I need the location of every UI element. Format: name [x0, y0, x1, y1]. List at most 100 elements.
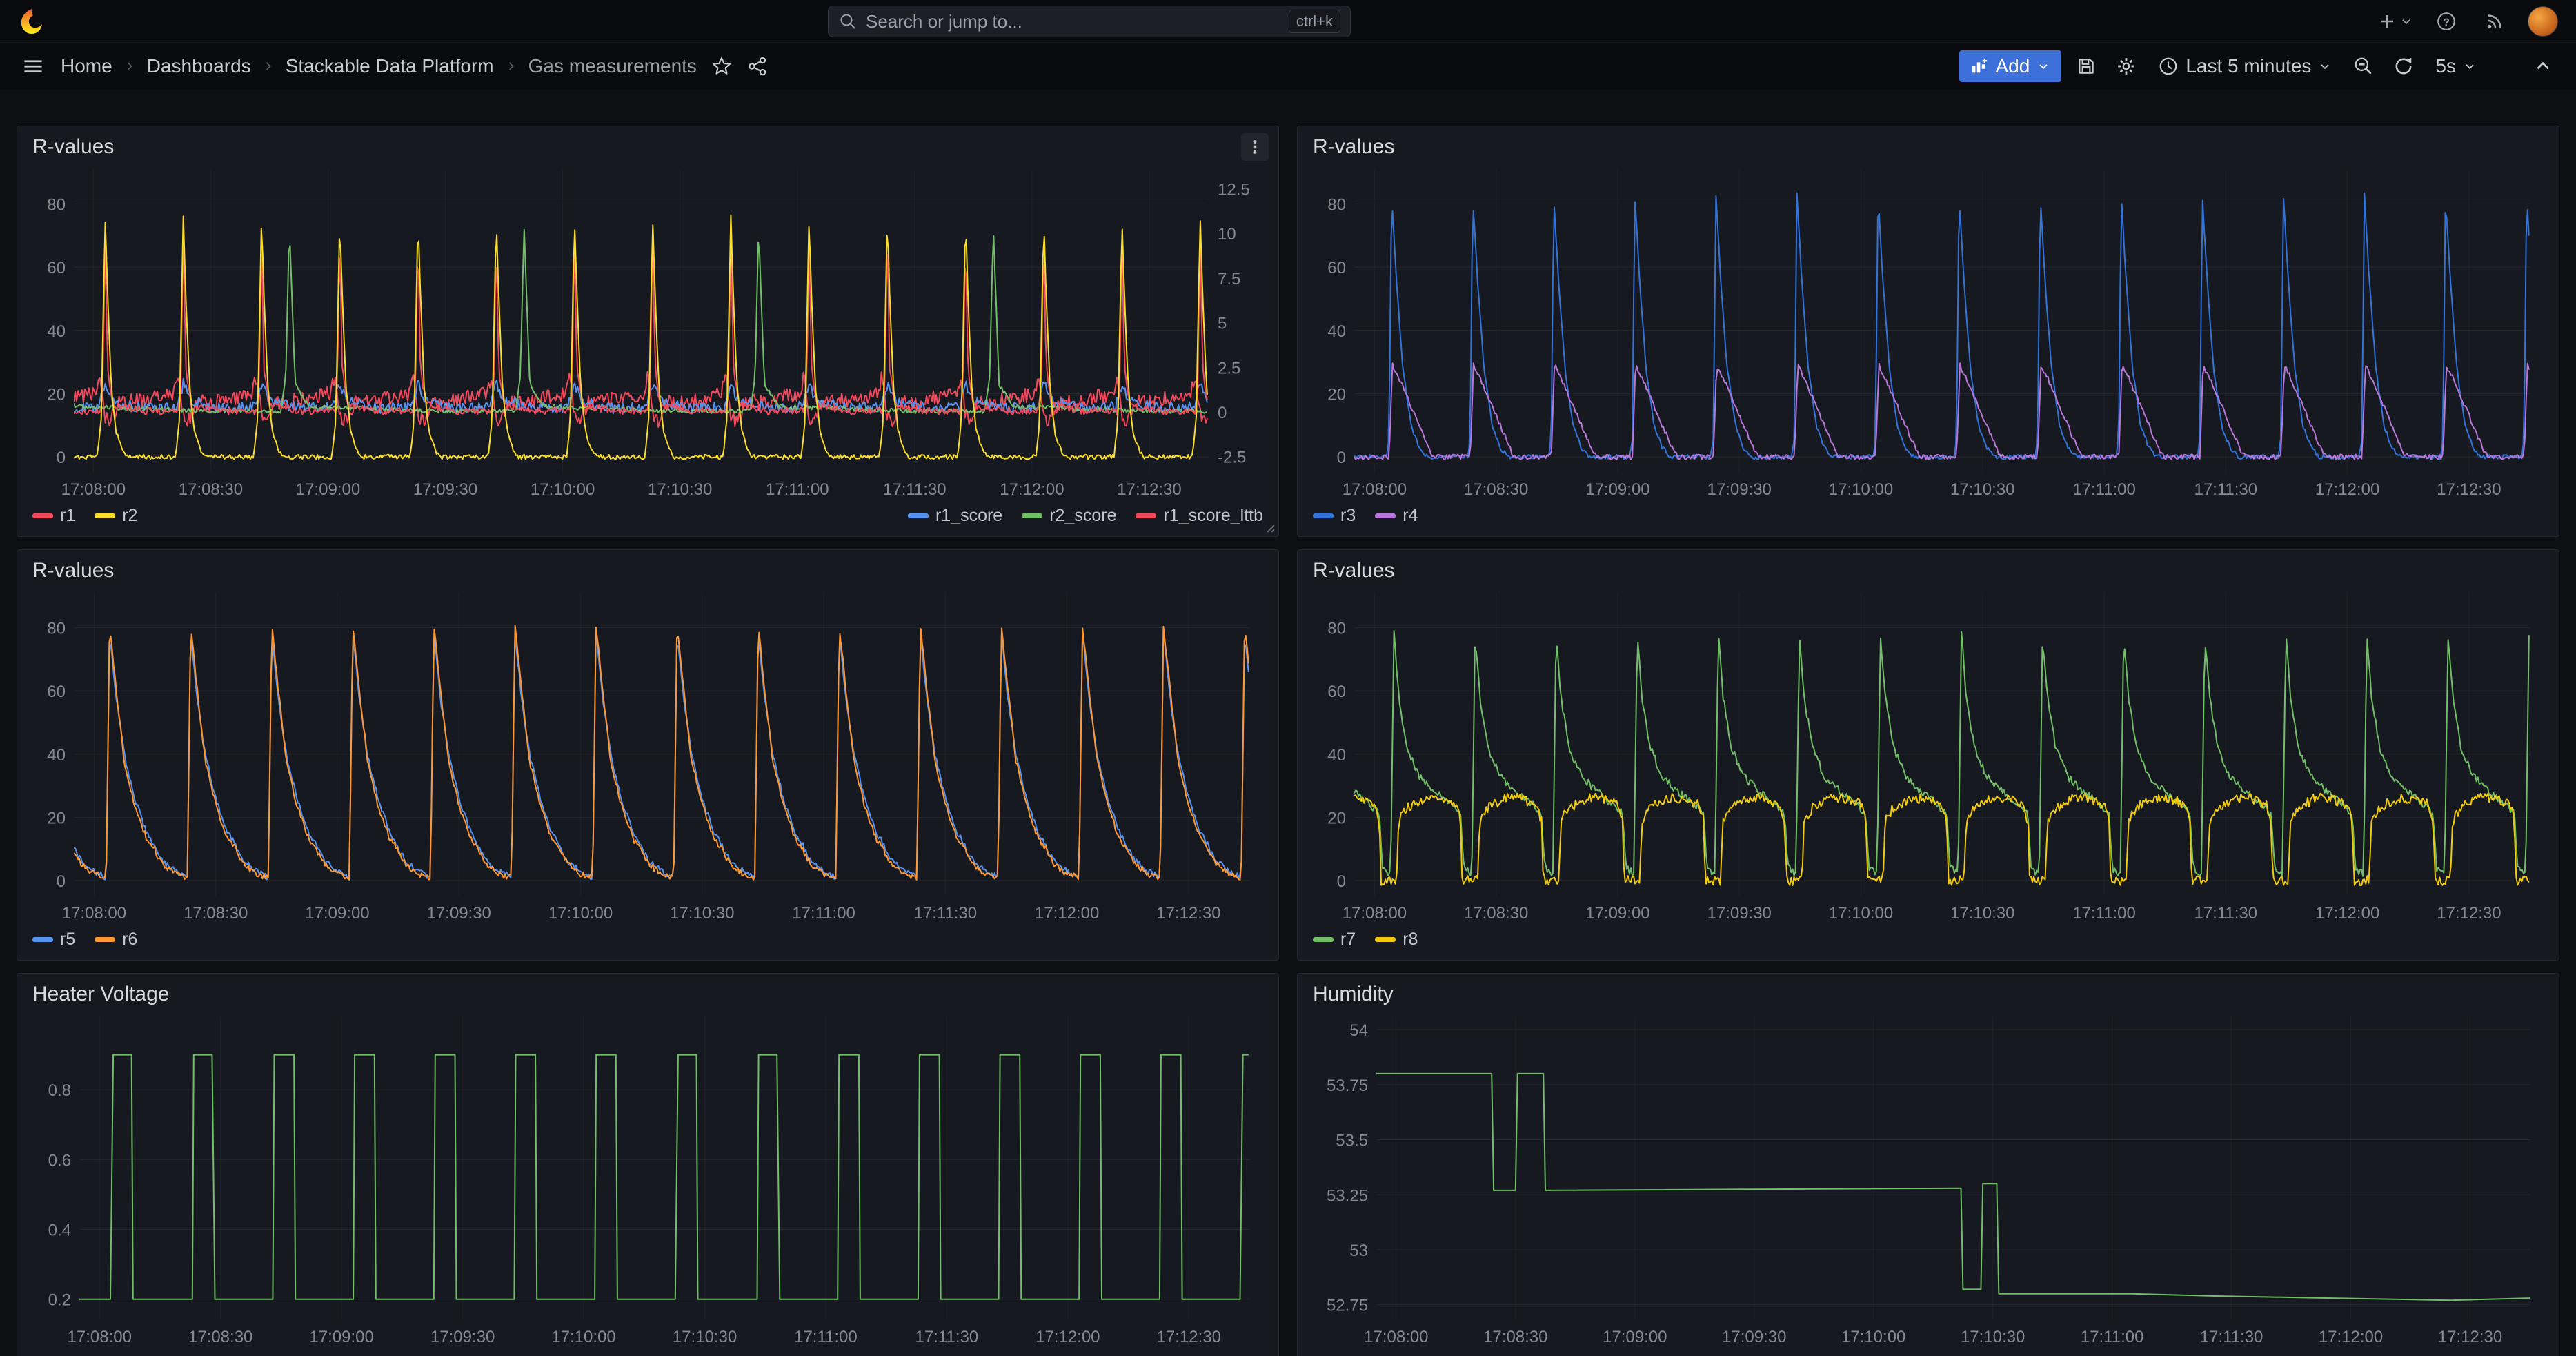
panel-title: R-values	[30, 559, 114, 582]
mega-menu-button[interactable]	[18, 51, 48, 81]
timeseries-chart[interactable]: 02040608017:08:0017:08:3017:09:0017:09:3…	[1310, 584, 2546, 924]
svg-text:17:12:00: 17:12:00	[2315, 480, 2379, 499]
breadcrumb-home[interactable]: Home	[61, 55, 112, 77]
legend-swatch	[1375, 937, 1396, 942]
legend-item-r5[interactable]: r5	[32, 930, 75, 950]
panel-r-values-1: R-values 02040608017:08:0017:08:3017:09:…	[17, 126, 1279, 537]
svg-text:17:12:30: 17:12:30	[1156, 904, 1220, 923]
series-heatervoltage[interactable]	[79, 1055, 1249, 1299]
svg-text:17:08:00: 17:08:00	[1343, 904, 1407, 923]
user-avatar[interactable]	[2528, 6, 2558, 37]
svg-text:17:12:30: 17:12:30	[2437, 904, 2501, 923]
time-range-label: Last 5 minutes	[2186, 55, 2311, 77]
share-button[interactable]	[742, 51, 773, 81]
series-r6[interactable]	[74, 625, 1249, 880]
search-placeholder: Search or jump to...	[866, 11, 1280, 32]
svg-text:0.6: 0.6	[48, 1151, 71, 1170]
zoom-out-time-button[interactable]	[2348, 51, 2379, 81]
svg-text:17:10:30: 17:10:30	[1950, 480, 2014, 499]
svg-text:17:12:30: 17:12:30	[2438, 1328, 2502, 1346]
legend-item-r2[interactable]: r2	[95, 506, 137, 526]
timeseries-chart[interactable]: 02040608017:08:0017:08:3017:09:0017:09:3…	[30, 584, 1266, 924]
legend-item-r1_score_lttb[interactable]: r1_score_lttb	[1136, 506, 1263, 526]
legend-label: humidity	[1340, 1353, 1405, 1356]
legend-label: r2_score	[1049, 506, 1116, 526]
svg-text:2.5: 2.5	[1218, 359, 1240, 377]
timeseries-chart[interactable]: 0.20.40.60.817:08:0017:08:3017:09:0017:0…	[30, 1008, 1266, 1348]
series-humidity[interactable]	[1376, 1074, 2530, 1300]
legend-label: r8	[1403, 930, 1418, 950]
svg-text:17:10:30: 17:10:30	[673, 1328, 737, 1346]
legend-item-heatervoltage[interactable]: heatervoltage	[32, 1353, 165, 1356]
breadcrumb-dashboards[interactable]: Dashboards	[147, 55, 251, 77]
breadcrumb-folder[interactable]: Stackable Data Platform	[286, 55, 494, 77]
rss-icon	[2484, 11, 2505, 32]
svg-text:40: 40	[1327, 746, 1346, 765]
search-input[interactable]: Search or jump to... ctrl+k	[828, 6, 1351, 37]
svg-text:17:09:00: 17:09:00	[305, 904, 369, 923]
legend-item-r1_score[interactable]: r1_score	[908, 506, 1002, 526]
svg-text:17:10:30: 17:10:30	[1961, 1328, 2025, 1346]
svg-text:80: 80	[47, 195, 66, 214]
svg-text:17:09:30: 17:09:30	[1707, 480, 1771, 499]
legend-item-r3[interactable]: r3	[1313, 506, 1356, 526]
svg-text:17:11:00: 17:11:00	[766, 480, 829, 499]
panel-heater-voltage: Heater Voltage 0.20.40.60.817:08:0017:08…	[17, 973, 1279, 1356]
hamburger-icon	[22, 55, 44, 77]
svg-text:17:08:00: 17:08:00	[1364, 1328, 1428, 1346]
legend-item-r1[interactable]: r1	[32, 506, 75, 526]
share-icon	[747, 56, 768, 77]
legend-item-r7[interactable]: r7	[1313, 930, 1356, 950]
grafana-logo[interactable]	[18, 8, 46, 35]
new-menu-button[interactable]	[2377, 6, 2413, 37]
chart-svg: 02040608017:08:0017:08:3017:09:0017:09:3…	[30, 584, 1266, 924]
svg-text:17:09:30: 17:09:30	[413, 480, 477, 499]
refresh-interval-picker[interactable]: 5s	[2428, 50, 2484, 82]
svg-text:17:10:00: 17:10:00	[1829, 904, 1893, 923]
help-circle-icon: ?	[2436, 11, 2457, 32]
legend-item-r4[interactable]: r4	[1375, 506, 1418, 526]
svg-text:20: 20	[1327, 809, 1346, 827]
timeseries-chart[interactable]: 02040608017:08:0017:08:3017:09:0017:09:3…	[1310, 161, 2546, 500]
legend-swatch	[95, 513, 115, 518]
legend-item-humidity[interactable]: humidity	[1313, 1353, 1405, 1356]
legend-item-r8[interactable]: r8	[1375, 930, 1418, 950]
panel-r-values-3: R-values 02040608017:08:0017:08:3017:09:…	[17, 549, 1279, 961]
collapse-toolbar-button[interactable]	[2528, 51, 2558, 81]
legend-item-r6[interactable]: r6	[95, 930, 137, 950]
legend-item-r2_score[interactable]: r2_score	[1022, 506, 1116, 526]
panel-resize-handle[interactable]	[1263, 521, 1276, 533]
save-dashboard-button[interactable]	[2071, 51, 2101, 81]
panel-title: R-values	[30, 135, 114, 159]
legend-swatch	[908, 513, 929, 518]
help-button[interactable]: ?	[2431, 6, 2461, 37]
chart-svg: 02040608017:08:0017:08:3017:09:0017:09:3…	[1310, 584, 2546, 924]
chevron-down-icon	[2037, 59, 2050, 73]
legend-swatch	[1136, 513, 1156, 518]
time-range-picker[interactable]: Last 5 minutes	[2151, 50, 2339, 82]
zoom-out-icon	[2353, 56, 2374, 77]
timeseries-chart[interactable]: 52.755353.2553.553.755417:08:0017:08:301…	[1310, 1008, 2546, 1348]
svg-text:0: 0	[57, 449, 66, 467]
panel-menu-button[interactable]	[1241, 133, 1269, 161]
svg-text:20: 20	[1327, 385, 1346, 404]
series-r1[interactable]	[74, 372, 1207, 427]
news-button[interactable]	[2479, 6, 2510, 37]
svg-text:17:09:30: 17:09:30	[1722, 1328, 1786, 1346]
series-r2[interactable]	[74, 215, 1207, 460]
refresh-button[interactable]	[2388, 51, 2419, 81]
svg-text:17:10:30: 17:10:30	[1950, 904, 2014, 923]
series-r3[interactable]	[1354, 193, 2529, 460]
dashboard-settings-button[interactable]	[2111, 51, 2141, 81]
svg-text:53.5: 53.5	[1336, 1132, 1368, 1150]
breadcrumb: Home Dashboards Stackable Data Platform …	[61, 55, 697, 77]
series-r8[interactable]	[1354, 794, 2529, 885]
add-panel-button[interactable]: Add	[1959, 50, 2061, 82]
favorite-button[interactable]	[706, 51, 737, 81]
svg-text:17:12:00: 17:12:00	[1000, 480, 1064, 499]
svg-text:17:10:00: 17:10:00	[548, 904, 613, 923]
chart-legend: r3 r4	[1310, 500, 2546, 531]
svg-text:40: 40	[47, 322, 66, 341]
timeseries-chart[interactable]: 02040608017:08:0017:08:3017:09:0017:09:3…	[30, 161, 1266, 500]
series-r4[interactable]	[1354, 363, 2529, 460]
